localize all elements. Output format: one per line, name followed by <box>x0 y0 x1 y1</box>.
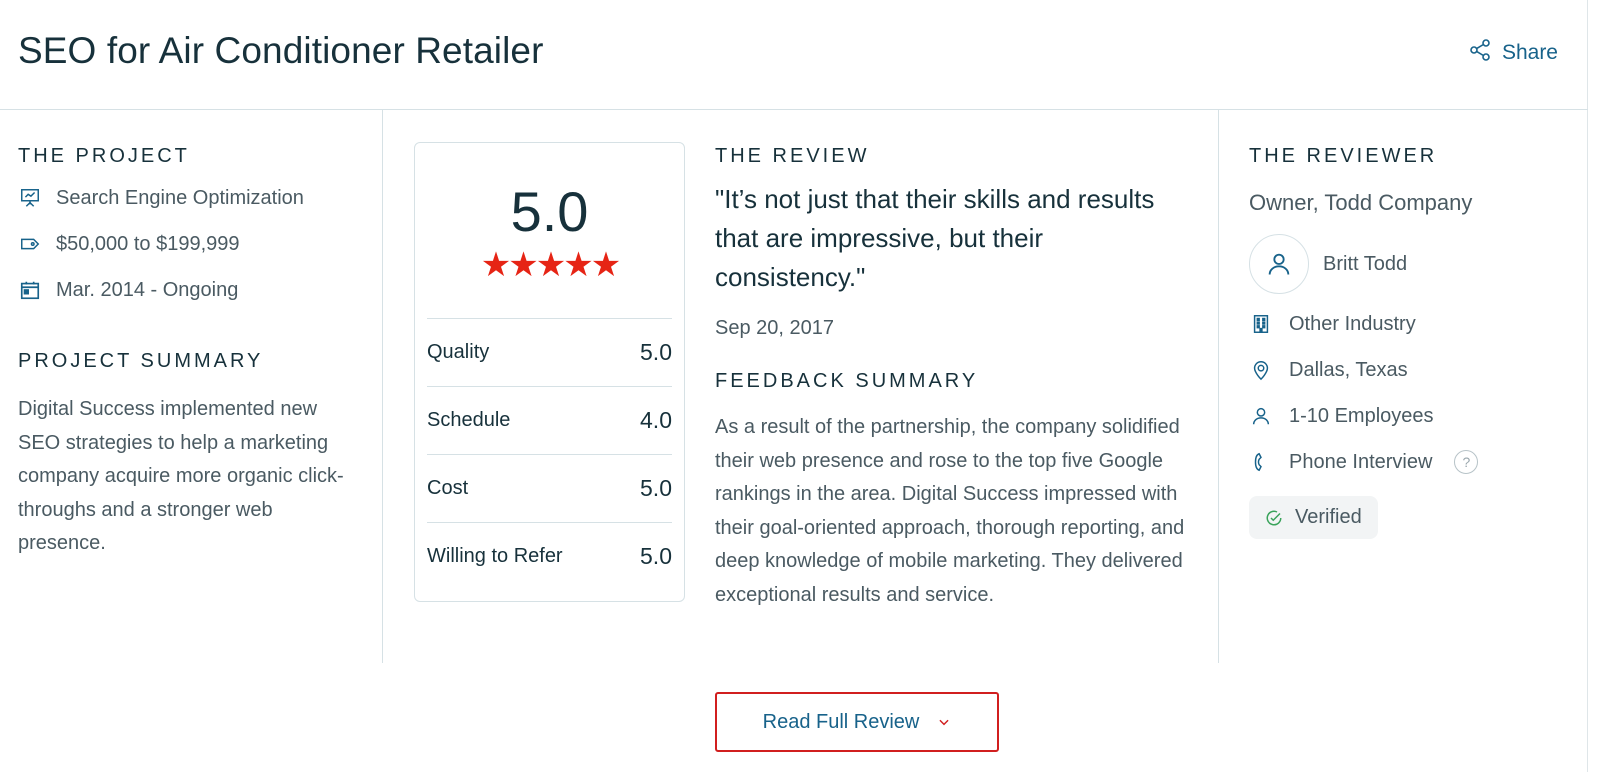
feedback-heading: FEEDBACK SUMMARY <box>715 370 979 392</box>
score-breakdown: Quality 5.0 Schedule 4.0 Cost 5.0 Willin… <box>427 318 672 590</box>
project-budget: $50,000 to $199,999 <box>18 228 363 260</box>
reviewer-person: Britt Todd <box>1249 234 1569 294</box>
reviewer-name: Britt Todd <box>1323 252 1408 275</box>
overall-rating: 5.0 <box>510 180 589 243</box>
size-text: 1-10 Employees <box>1289 404 1434 427</box>
share-icon <box>1468 38 1492 68</box>
column-divider <box>1218 110 1219 663</box>
reviewer-size: 1-10 Employees <box>1249 400 1569 432</box>
verified-badge: Verified <box>1249 496 1378 539</box>
score-row-cost: Cost 5.0 <box>427 454 672 522</box>
reviewer-location: Dallas, Texas <box>1249 354 1569 386</box>
column-divider <box>382 110 383 663</box>
feedback-text: As a result of the partnership, the comp… <box>715 416 1185 606</box>
page-title: SEO for Air Conditioner Retailer <box>18 30 544 71</box>
score-label: Cost <box>427 477 469 499</box>
score-label: Willing to Refer <box>427 545 563 567</box>
user-icon <box>1249 404 1273 428</box>
review-date: Sep 20, 2017 <box>715 317 834 339</box>
share-label: Share <box>1501 41 1558 64</box>
location-text: Dallas, Texas <box>1289 358 1408 381</box>
phone-icon <box>1249 450 1273 474</box>
price-tag-icon <box>18 232 42 256</box>
read-full-review-button[interactable]: Read Full Review <box>715 692 999 752</box>
review-quote: "It’s not just that their skills and res… <box>715 184 1155 292</box>
score-value: 5.0 <box>640 475 672 501</box>
presentation-icon <box>18 186 42 210</box>
review-header: SEO for Air Conditioner Retailer Share <box>0 0 1588 110</box>
score-row-refer: Willing to Refer 5.0 <box>427 522 672 590</box>
score-value: 4.0 <box>640 407 672 433</box>
reviewer-industry: Other Industry <box>1249 308 1569 340</box>
industry-text: Other Industry <box>1289 312 1416 335</box>
review-column: THE REVIEW "It’s not just that their ski… <box>715 145 1195 612</box>
score-value: 5.0 <box>640 543 672 569</box>
building-icon <box>1249 312 1273 336</box>
check-circle-icon <box>1266 510 1282 526</box>
user-icon <box>1268 253 1290 275</box>
project-summary-text: Digital Success implemented new SEO stra… <box>18 398 344 554</box>
reviewer-column: THE REVIEWER Owner, Todd Company Britt T… <box>1249 145 1569 539</box>
rating-box: 5.0 ★★★★★ Quality 5.0 Schedule 4.0 Cost … <box>414 142 685 602</box>
service-text: Search Engine Optimization <box>56 186 304 209</box>
star-rating: ★★★★★ <box>480 246 621 284</box>
read-full-review-label: Read Full Review <box>762 710 920 733</box>
project-summary-heading: PROJECT SUMMARY <box>18 350 264 372</box>
share-button[interactable]: Share <box>1468 38 1558 68</box>
help-icon[interactable]: ? <box>1454 450 1479 474</box>
review-card: SEO for Air Conditioner Retailer Share T… <box>0 0 1588 772</box>
project-column: THE PROJECT Search Engine Optimization $… <box>18 145 363 561</box>
budget-text: $50,000 to $199,999 <box>56 232 240 255</box>
reviewer-title: Owner, Todd Company <box>1249 190 1473 215</box>
dates-text: Mar. 2014 - Ongoing <box>56 278 239 301</box>
score-row-quality: Quality 5.0 <box>427 318 672 386</box>
review-heading: THE REVIEW <box>715 145 870 167</box>
avatar <box>1249 234 1309 294</box>
reviewer-heading: THE REVIEWER <box>1249 145 1438 167</box>
score-value: 5.0 <box>640 339 672 365</box>
reviewer-interview: Phone Interview ? <box>1249 446 1569 478</box>
project-heading: THE PROJECT <box>18 145 190 167</box>
verified-label: Verified <box>1295 506 1362 528</box>
location-pin-icon <box>1249 358 1273 382</box>
score-label: Schedule <box>427 409 511 431</box>
score-row-schedule: Schedule 4.0 <box>427 386 672 454</box>
project-service: Search Engine Optimization <box>18 182 363 214</box>
interview-text: Phone Interview <box>1289 450 1433 473</box>
project-dates: Mar. 2014 - Ongoing <box>18 274 363 306</box>
score-label: Quality <box>427 341 490 363</box>
chevron-down-icon <box>939 719 949 726</box>
calendar-icon <box>18 278 42 302</box>
